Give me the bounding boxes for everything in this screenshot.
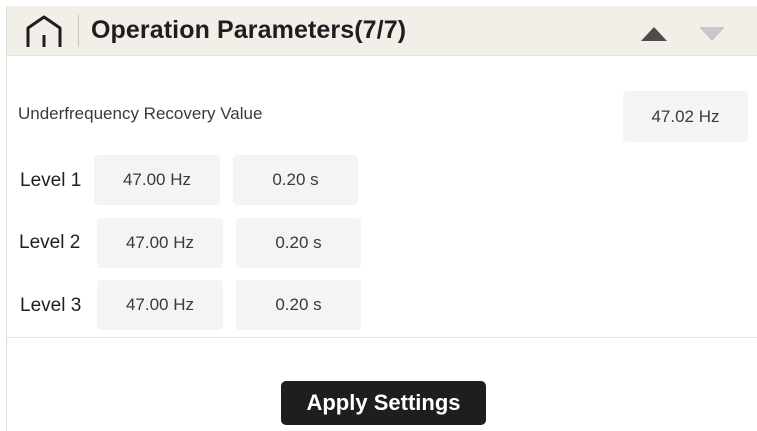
page-title: Operation Parameters(7/7) xyxy=(91,16,407,44)
level-1-label: Level 1 xyxy=(20,170,82,191)
parameters-screen: Operation Parameters(7/7) Underfrequency… xyxy=(6,6,757,431)
level-3-time-field[interactable]: 0.20 s xyxy=(236,280,361,330)
level-3-label: Level 3 xyxy=(20,295,82,316)
section-divider xyxy=(7,337,757,338)
header-divider xyxy=(78,15,79,47)
triangle-down-icon xyxy=(699,27,725,41)
level-2-frequency-field[interactable]: 47.00 Hz xyxy=(97,218,223,268)
level-2-label: Level 2 xyxy=(19,232,81,253)
level-3-frequency-field[interactable]: 47.00 Hz xyxy=(97,280,223,330)
level-1-frequency-field[interactable]: 47.00 Hz xyxy=(94,155,220,205)
recovery-value-label: Underfrequency Recovery Value xyxy=(18,104,263,123)
previous-page-button[interactable] xyxy=(639,24,669,44)
level-1-time-field[interactable]: 0.20 s xyxy=(233,155,358,205)
triangle-up-icon xyxy=(641,27,667,41)
header-bar: Operation Parameters(7/7) xyxy=(7,6,757,56)
recovery-value-field[interactable]: 47.02 Hz xyxy=(623,91,748,142)
level-2-time-field[interactable]: 0.20 s xyxy=(236,218,361,268)
apply-settings-button[interactable]: Apply Settings xyxy=(281,381,486,425)
home-button[interactable] xyxy=(24,14,64,48)
home-icon xyxy=(26,15,62,47)
next-page-button[interactable] xyxy=(697,24,727,44)
